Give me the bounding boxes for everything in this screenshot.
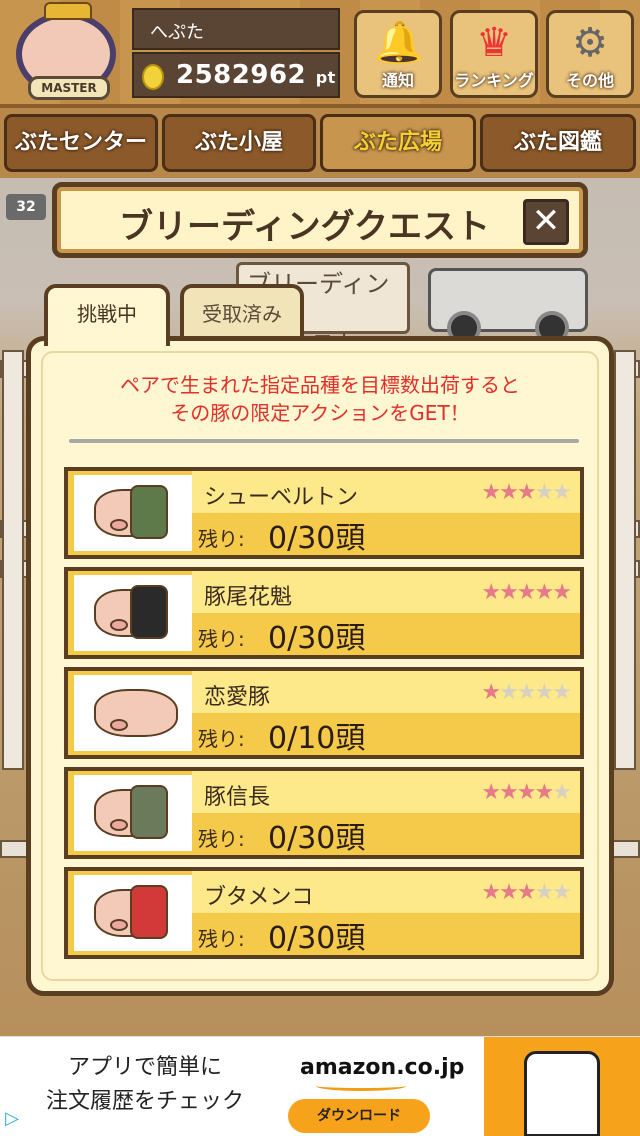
level-badge: 32 [6, 194, 46, 220]
quest-item-name: 豚信長 [204, 785, 271, 810]
quest-item-header: 恋愛豚 ★★★★★ [192, 671, 580, 713]
quest-item-buta-nobunaga[interactable]: 豚信長 ★★★★★ 残り: 0/30頭 [64, 767, 584, 859]
pig-illustration [94, 689, 178, 737]
fence-post [2, 350, 24, 770]
ranking-label: ランキング [454, 71, 534, 90]
avatar-crown-icon [44, 2, 92, 20]
rarity-stars: ★★★★★ [481, 480, 572, 505]
remain-label: 残り: [198, 827, 245, 851]
pig-outfit [130, 885, 168, 939]
quest-item-schubelton[interactable]: シューベルトン ★★★★★ 残り: 0/30頭 [64, 467, 584, 559]
remain-count: 0/10頭 [268, 721, 366, 756]
gear-icon: ⚙ [572, 20, 608, 66]
pig-outfit [130, 485, 168, 539]
tab-buta-zukan[interactable]: ぶた図鑑 [480, 114, 636, 172]
close-button[interactable]: ✕ [523, 199, 569, 245]
quest-description: ペアで生まれた指定品種を目標数出荷すると その豚の限定アクションをGET！ [31, 371, 609, 427]
ad-info-icon[interactable]: ▷ [0, 1108, 24, 1136]
ad-text-line1: アプリで簡単に [67, 1055, 222, 1080]
ad-image-area [484, 1037, 640, 1136]
quest-item-header: シューベルトン ★★★★★ [192, 471, 580, 513]
remain-label: 残り: [198, 927, 245, 951]
pig-snout [110, 619, 128, 631]
quest-description-line2: その豚の限定アクションをGET！ [170, 401, 470, 425]
quest-item-name: 恋愛豚 [204, 685, 271, 710]
quest-item-butaoi-oiran[interactable]: 豚尾花魁 ★★★★★ 残り: 0/30頭 [64, 567, 584, 659]
ranking-button[interactable]: ♛ ランキング [450, 10, 538, 98]
top-header: MASTER へぷた 2582962 pt 🔔 通知 ♛ ランキング ⚙ その他 [0, 0, 640, 108]
pig-snout [110, 519, 128, 531]
rarity-stars: ★★★★★ [481, 880, 572, 905]
ad-text-line2: 注文履歴をチェック [45, 1089, 244, 1114]
remain-count: 0/30頭 [268, 521, 366, 556]
quest-item-name: ブタメンコ [204, 885, 314, 910]
remain-count: 0/30頭 [268, 921, 366, 956]
divider [69, 439, 579, 443]
quest-item-header: 豚尾花魁 ★★★★★ [192, 571, 580, 613]
other-label: その他 [565, 71, 614, 90]
rarity-stars: ★★★★★ [481, 680, 572, 705]
tab-buta-center[interactable]: ぶたセンター [4, 114, 158, 172]
avatar[interactable]: MASTER [10, 2, 126, 104]
remain-label: 残り: [198, 527, 245, 551]
rarity-stars: ★★★★★ [481, 580, 572, 605]
bell-icon: 🔔 [374, 20, 424, 66]
remain-count: 0/30頭 [268, 621, 366, 656]
remain-count: 0/30頭 [268, 821, 366, 856]
rarity-stars: ★★★★★ [481, 780, 572, 805]
tab-received[interactable]: 受取済み [180, 284, 304, 342]
main-nav: ぶたセンター ぶた小屋 ぶた広場 ぶた図鑑 [0, 108, 640, 178]
quest-item-butamenko[interactable]: ブタメンコ ★★★★★ 残り: 0/30頭 [64, 867, 584, 959]
notifications-label: 通知 [381, 71, 414, 90]
ad-banner[interactable]: アプリで簡単に 注文履歴をチェック amazon.co.jp ダウンロード [0, 1036, 640, 1136]
avatar-badge: MASTER [28, 76, 110, 100]
pig-thumbnail [74, 475, 192, 551]
ad-download-button[interactable]: ダウンロード [288, 1099, 430, 1133]
pig-snout [110, 919, 128, 931]
tab-buta-hiroba[interactable]: ぶた広場 [320, 114, 476, 172]
user-name: へぷた [132, 8, 340, 50]
remain-label: 残り: [198, 727, 245, 751]
quest-item-renai-buta[interactable]: 恋愛豚 ★★★★★ 残り: 0/10頭 [64, 667, 584, 759]
pig-snout [110, 719, 128, 731]
phone-icon [524, 1051, 600, 1136]
points-panel: 2582962 pt [132, 52, 340, 98]
other-button[interactable]: ⚙ その他 [546, 10, 634, 98]
ad-brand-logo: amazon.co.jp [300, 1055, 465, 1080]
crown-icon: ♛ [476, 20, 512, 66]
quest-item-header: 豚信長 ★★★★★ [192, 771, 580, 813]
remain-label: 残り: [198, 627, 245, 651]
ad-text: アプリで簡単に 注文履歴をチェック [30, 1051, 260, 1119]
quest-item-name: シューベルトン [204, 485, 359, 510]
truck-illustration [428, 268, 588, 345]
quest-panel: ペアで生まれた指定品種を目標数出荷すると その豚の限定アクションをGET！ シュ… [26, 336, 614, 996]
points-display: 2582962 pt [176, 60, 336, 90]
quest-title-bar: ブリーディングクエスト ✕ [52, 182, 588, 258]
pig-snout [110, 819, 128, 831]
pig-thumbnail [74, 675, 192, 751]
points-value: 2582962 [176, 60, 307, 90]
pig-thumbnail [74, 775, 192, 851]
fence-post [614, 350, 636, 770]
tab-buta-koya[interactable]: ぶた小屋 [162, 114, 316, 172]
amazon-smile-icon [316, 1081, 406, 1091]
quest-item-name: 豚尾花魁 [204, 585, 293, 610]
notifications-button[interactable]: 🔔 通知 [354, 10, 442, 98]
quest-title: ブリーディングクエスト [119, 207, 490, 247]
coin-icon [142, 64, 164, 90]
pig-outfit [130, 785, 168, 839]
pig-outfit [130, 585, 168, 639]
tab-challenging[interactable]: 挑戦中 [44, 284, 170, 346]
quest-list: シューベルトン ★★★★★ 残り: 0/30頭 豚尾花魁 ★★★★★ 残り: 0… [64, 467, 584, 967]
pig-thumbnail [74, 875, 192, 951]
pig-thumbnail [74, 575, 192, 651]
points-unit: pt [315, 68, 336, 87]
quest-description-line1: ペアで生まれた指定品種を目標数出荷すると [120, 373, 520, 397]
close-icon: ✕ [531, 201, 561, 241]
quest-item-header: ブタメンコ ★★★★★ [192, 871, 580, 913]
